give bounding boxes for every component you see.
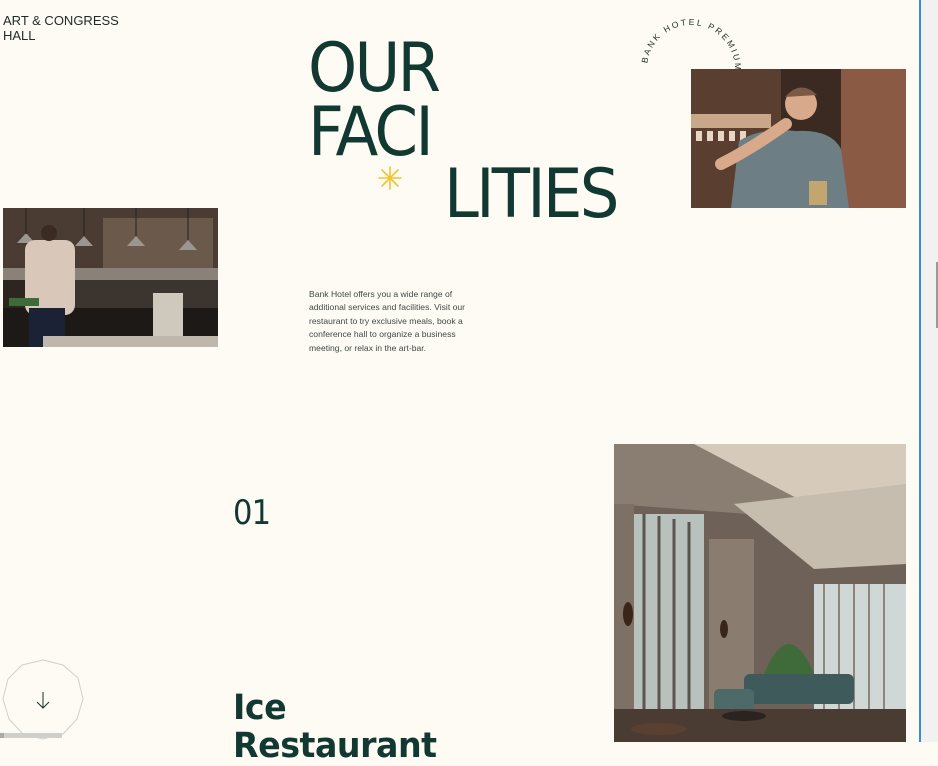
- art-congress-hall-link[interactable]: ART & CONGRESS HALL: [3, 13, 123, 43]
- section-number: 01: [233, 493, 271, 533]
- scrollbar-edge: [919, 0, 921, 742]
- intro-paragraph: Bank Hotel offers you a wide range of ad…: [309, 288, 466, 353]
- section-title-line-1: Ice: [233, 688, 287, 729]
- page-scrollbar[interactable]: [919, 0, 938, 742]
- section-title: Ice Restaurant: [233, 689, 437, 765]
- title-line-2: FACI: [308, 93, 434, 173]
- scroll-progress-bar: [0, 733, 62, 738]
- arrow-down-icon: [2, 659, 84, 740]
- sparkle-star-icon: [378, 166, 402, 190]
- title-line-3: LITIES: [444, 155, 619, 235]
- scroll-down-button[interactable]: [2, 658, 84, 740]
- bartender-photo: [691, 69, 906, 208]
- kitchen-photo: [3, 208, 218, 347]
- scroll-progress-fill: [0, 733, 5, 738]
- section-title-line-2: Restaurant: [233, 726, 437, 766]
- ice-restaurant-photo: [614, 444, 906, 742]
